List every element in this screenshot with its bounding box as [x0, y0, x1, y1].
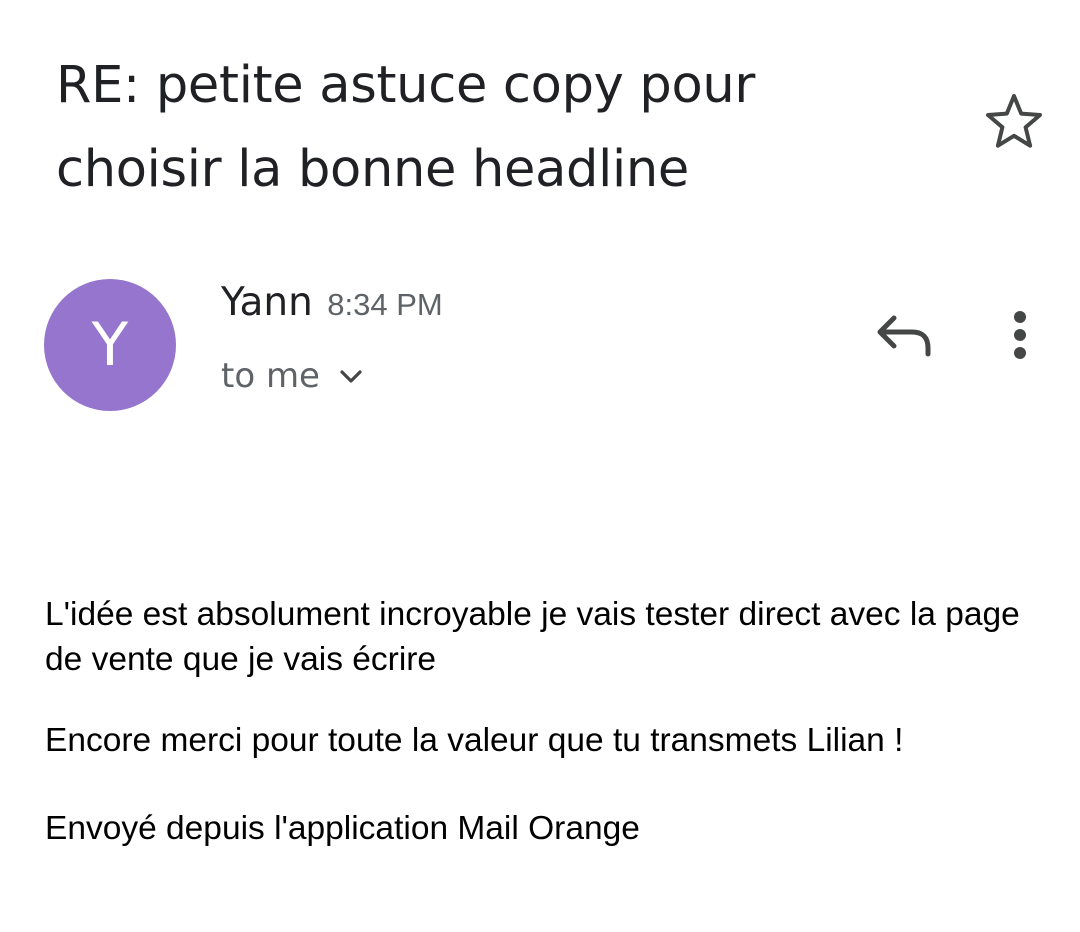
reply-icon[interactable] — [874, 310, 934, 362]
email-subject: RE: petite astuce copy pour choisir la b… — [56, 56, 756, 199]
email-body: L'idée est absolument incroyable je vais… — [45, 592, 1055, 851]
sender-header: Yann 8:34 PM — [221, 280, 443, 325]
sender-name[interactable]: Yann — [221, 280, 313, 325]
body-paragraph: L'idée est absolument incroyable je vais… — [45, 596, 1020, 678]
email-signature: Envoyé depuis l'application Mail Orange — [45, 810, 640, 847]
chevron-down-icon — [340, 370, 362, 383]
body-paragraph: Encore merci pour toute la valeur que tu… — [45, 722, 904, 759]
recipient-details-toggle[interactable]: to me — [221, 356, 366, 396]
recipient-label: to me — [221, 356, 320, 396]
sender-avatar[interactable]: Y — [44, 279, 176, 411]
more-options-icon[interactable] — [1000, 306, 1040, 366]
star-icon[interactable] — [982, 90, 1046, 154]
sent-time: 8:34 PM — [327, 287, 443, 322]
